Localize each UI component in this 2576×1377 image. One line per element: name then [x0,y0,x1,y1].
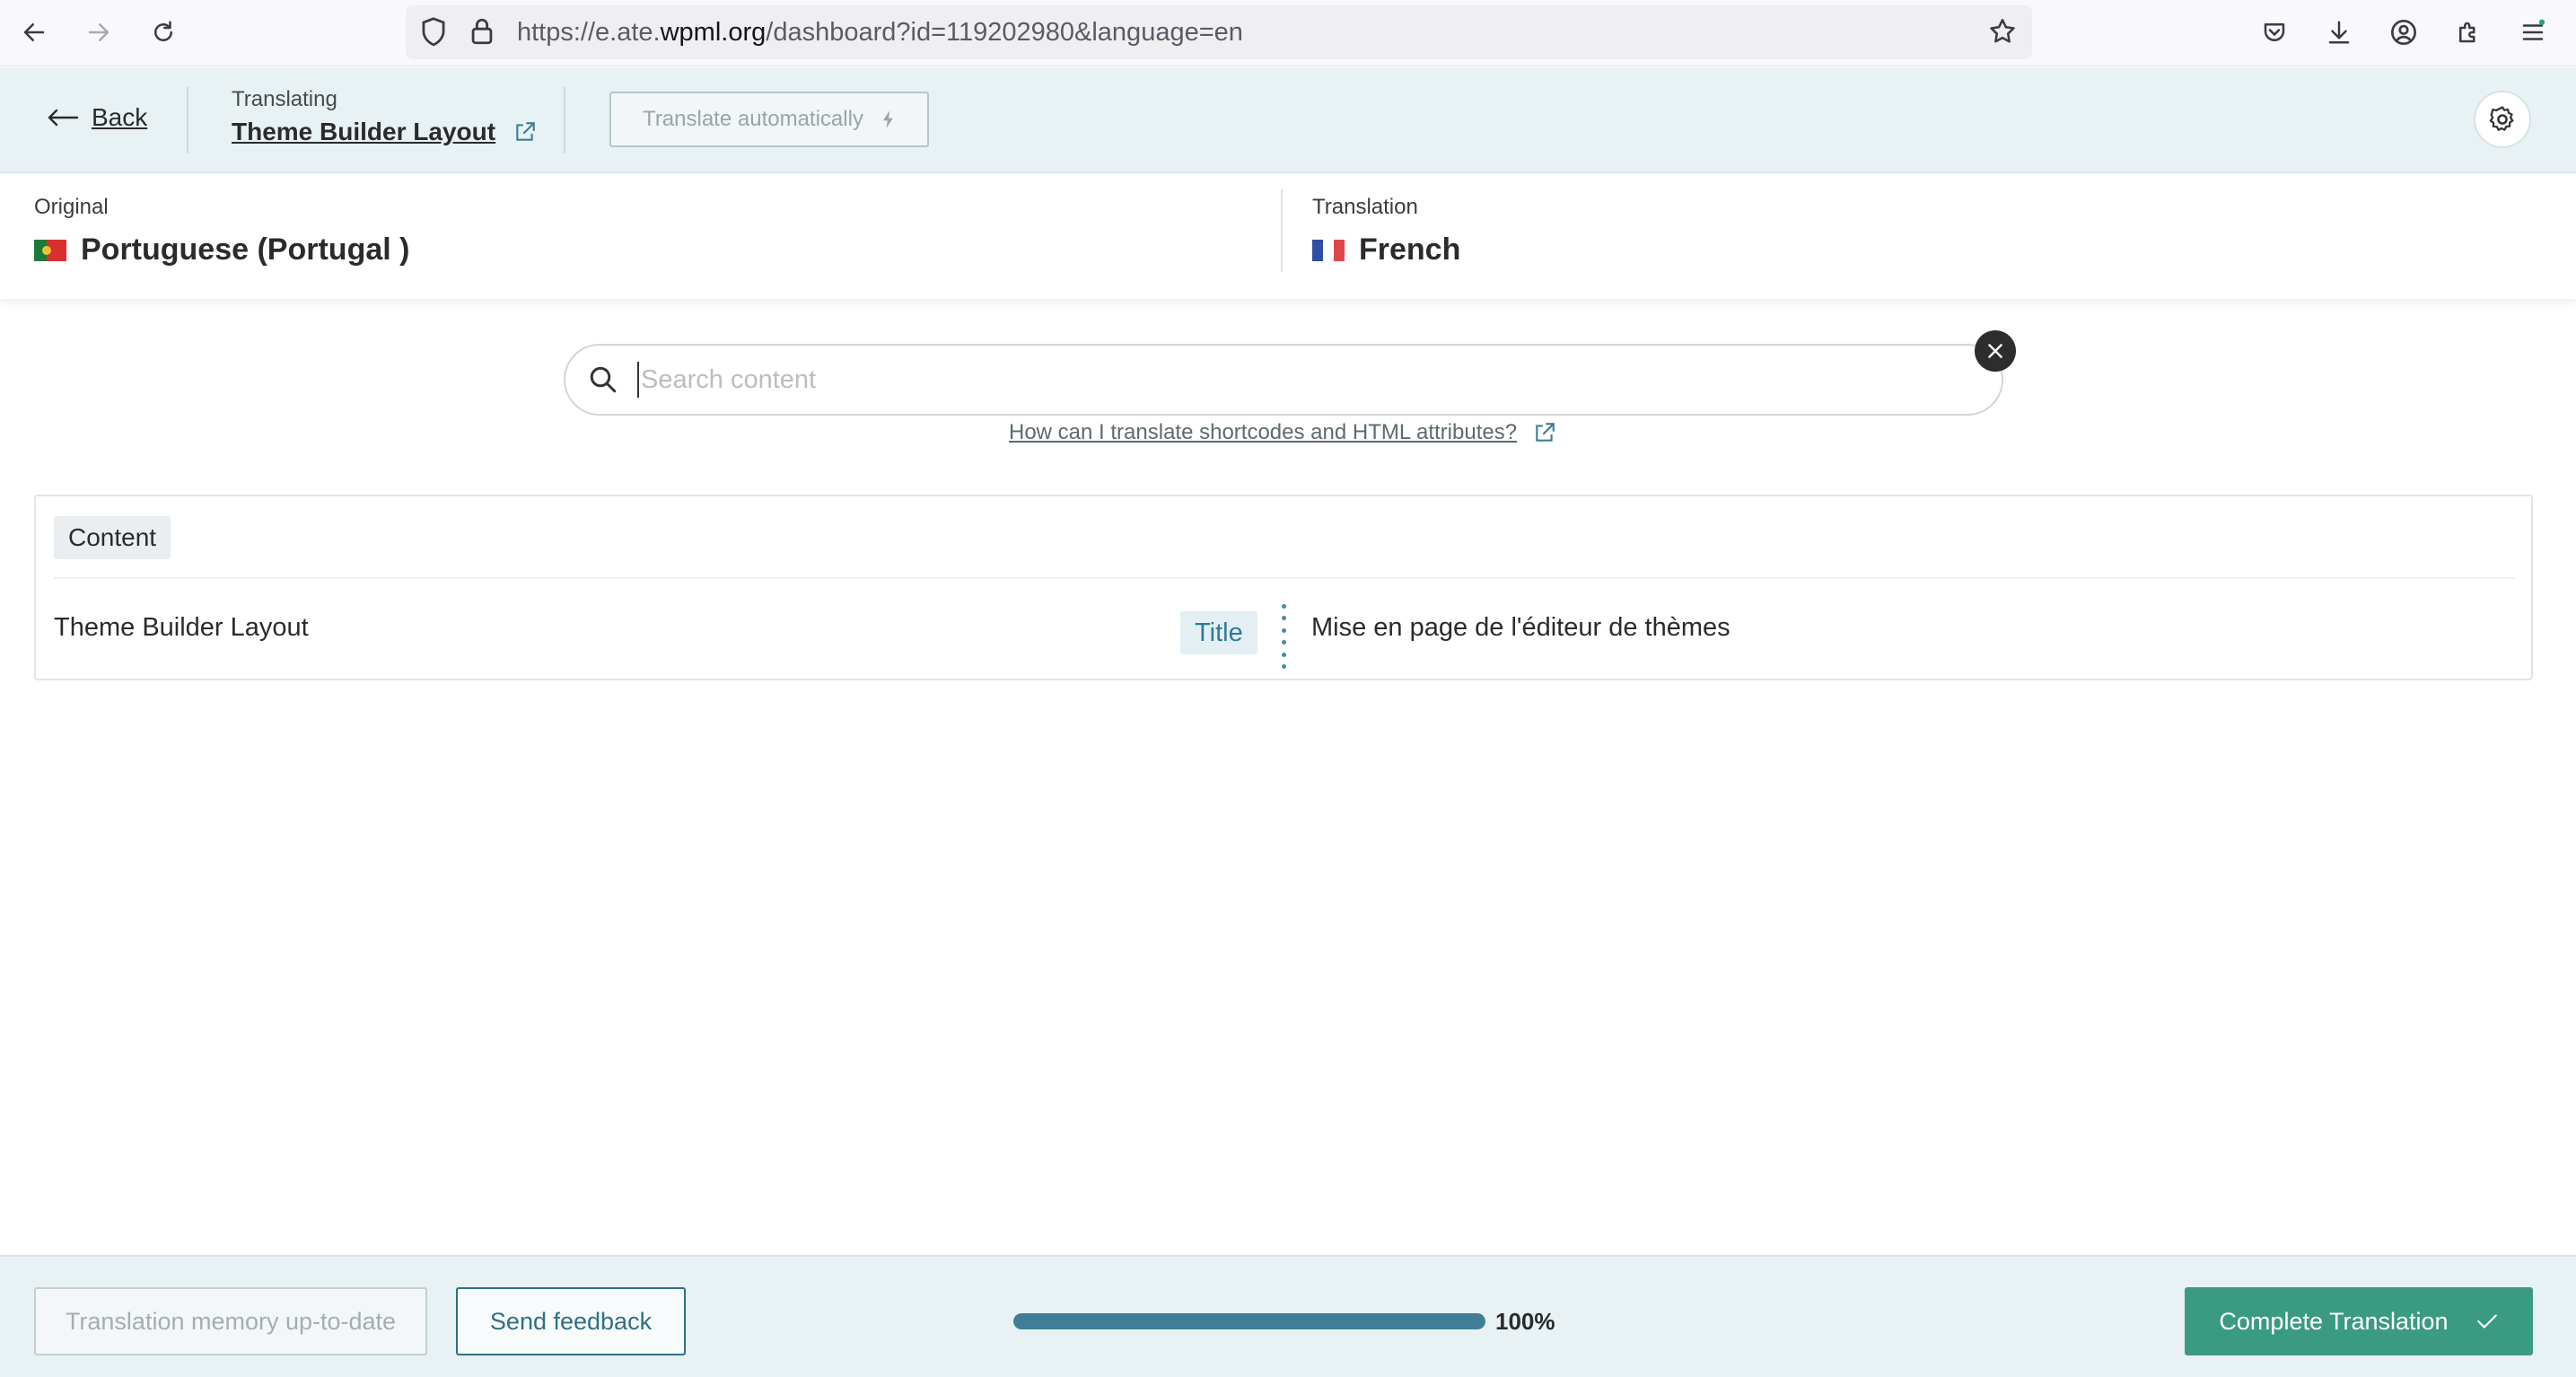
original-language-name: Portuguese (Portugal ) [81,232,410,267]
lock-icon[interactable] [469,16,495,51]
row-drag-handle[interactable] [1280,604,1287,669]
tracking-shield-icon[interactable] [418,16,449,53]
editor-header: Back Translating Theme Builder Layout Tr… [0,67,2576,173]
original-label: Original [34,195,109,219]
url-text[interactable]: https://e.ate.wpml.org/dashboard?id=1192… [517,18,1243,48]
address-bar[interactable]: https://e.ate.wpml.org/dashboard?id=1192… [406,5,2032,59]
external-link-icon [1536,423,1555,442]
settings-button[interactable] [2474,91,2531,148]
section-tag: Content [54,516,171,559]
language-bar: Original Portuguese (Portugal ) Translat… [0,173,2576,299]
translate-automatically-button[interactable]: Translate automatically [609,92,929,147]
external-link-icon [516,122,535,141]
help-link-text: How can I translate shortcodes and HTML … [1009,420,1518,444]
arrow-left-icon [48,109,79,127]
section-divider [54,577,2515,579]
header-divider [564,87,565,153]
gear-icon [2489,106,2514,131]
translation-text-cell[interactable]: Mise en page de l'éditeur de thèmes [1311,613,1730,643]
browser-reload-icon[interactable] [144,13,183,52]
translating-label: Translating [232,87,337,111]
field-type-badge: Title [1180,611,1257,654]
editor-footer: Translation memory up-to-date Send feedb… [0,1255,2576,1377]
search-input[interactable] [637,362,1930,398]
pocket-icon[interactable] [2255,13,2294,52]
downloads-icon[interactable] [2319,13,2359,52]
complete-translation-button[interactable]: Complete Translation [2185,1287,2533,1355]
send-feedback-button[interactable]: Send feedback [456,1287,686,1355]
account-icon[interactable] [2384,13,2423,52]
search-box [564,344,2003,416]
translate-automatically-label: Translate automatically [643,107,863,131]
content-panel: Content Theme Builder Layout Title Mise … [34,495,2533,680]
close-icon [1988,344,2002,358]
lightning-icon [882,110,893,128]
document-title: Theme Builder Layout [232,118,496,145]
original-language: Original Portuguese (Portugal ) [34,195,409,268]
search-icon [587,364,619,400]
header-divider [187,87,188,153]
translation-language: Translation French [1312,195,1460,268]
progress-label: 100% [1495,1308,1555,1335]
browser-forward-icon[interactable] [79,13,118,52]
clear-search-button[interactable] [1975,330,2016,372]
checkmark-icon [2476,1314,2497,1329]
translation-memory-button[interactable]: Translation memory up-to-date [34,1287,427,1355]
translation-language-name: French [1359,232,1461,267]
complete-translation-label: Complete Translation [2219,1307,2449,1335]
bookmark-star-icon[interactable] [1987,16,2018,51]
browser-back-icon[interactable] [14,13,54,52]
original-text-cell: Theme Builder Layout [54,613,309,642]
progress-fill [1013,1313,1485,1329]
translation-label: Translation [1312,195,1418,219]
extensions-icon[interactable] [2449,13,2488,52]
language-divider [1281,189,1283,272]
portugal-flag-icon [34,239,66,261]
progress-bar [1013,1313,1485,1329]
back-link[interactable]: Back [47,103,147,132]
france-flag-icon [1312,239,1345,261]
app-menu-icon[interactable] [2513,13,2553,52]
document-title-link[interactable]: Theme Builder Layout [232,118,537,146]
back-label: Back [92,103,148,131]
browser-toolbar: https://e.ate.wpml.org/dashboard?id=1192… [0,0,2576,66]
shortcodes-help-link[interactable]: How can I translate shortcodes and HTML … [1009,420,1556,445]
